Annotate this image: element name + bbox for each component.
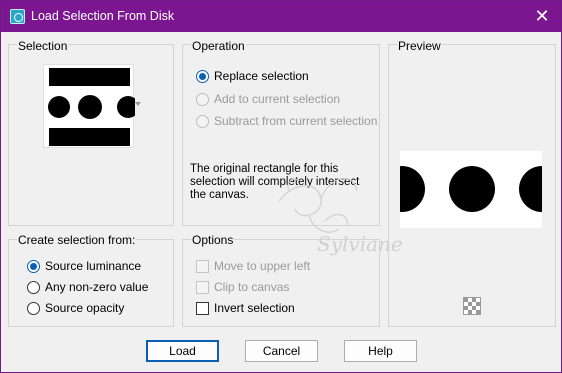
clip-to-canvas-label: Clip to canvas xyxy=(214,280,290,294)
radio-icon xyxy=(27,280,40,294)
checkbox-icon xyxy=(196,280,209,294)
app-icon xyxy=(10,9,25,24)
radio-icon xyxy=(27,301,40,315)
move-to-upper-left-label: Move to upper left xyxy=(214,259,311,273)
selection-thumbnail-image xyxy=(48,68,139,146)
operation-label: Operation xyxy=(191,39,246,53)
source-luminance-radio[interactable]: Source luminance xyxy=(27,258,141,274)
preview-image xyxy=(379,151,562,228)
radio-icon xyxy=(196,114,209,128)
message-line: selection will completely intersect xyxy=(190,176,360,188)
replace-selection-radio[interactable]: Replace selection xyxy=(196,68,309,84)
invert-selection-label: Invert selection xyxy=(214,301,295,315)
add-to-selection-radio[interactable]: Add to current selection xyxy=(196,91,340,107)
load-button[interactable]: Load xyxy=(146,340,219,362)
options-label: Options xyxy=(191,233,235,247)
add-to-selection-label: Add to current selection xyxy=(214,92,341,106)
selection-label: Selection xyxy=(17,39,69,53)
source-opacity-label: Source opacity xyxy=(45,301,125,315)
dialog-window: Load Selection From Disk ✕ Selection Ope… xyxy=(0,0,562,373)
radio-checked-icon xyxy=(196,69,209,83)
subtract-selection-label: Subtract from current selection xyxy=(214,114,378,128)
checkerboard-icon xyxy=(464,298,480,314)
operation-message: The original rectangle for this selectio… xyxy=(190,163,374,202)
invert-selection-checkbox[interactable]: Invert selection xyxy=(196,300,295,316)
source-opacity-radio[interactable]: Source opacity xyxy=(27,300,124,316)
close-icon[interactable]: ✕ xyxy=(531,5,553,27)
clip-to-canvas-checkbox[interactable]: Clip to canvas xyxy=(196,279,289,295)
subtract-selection-radio[interactable]: Subtract from current selection xyxy=(196,113,377,129)
move-to-upper-left-checkbox[interactable]: Move to upper left xyxy=(196,258,310,274)
cancel-button[interactable]: Cancel xyxy=(245,340,318,362)
window-title: Load Selection From Disk xyxy=(31,9,175,23)
preview-image-graphic xyxy=(379,166,562,212)
create-from-label: Create selection from: xyxy=(17,233,137,247)
radio-icon xyxy=(196,92,209,106)
chevron-down-icon[interactable] xyxy=(135,102,141,106)
selection-thumbnail[interactable] xyxy=(43,64,139,148)
preview-label: Preview xyxy=(397,39,442,53)
title-bar[interactable]: Load Selection From Disk ✕ xyxy=(1,1,561,32)
replace-selection-label: Replace selection xyxy=(214,69,309,83)
message-line: the canvas. xyxy=(190,189,249,201)
any-non-zero-radio[interactable]: Any non-zero value xyxy=(27,279,148,295)
checkbox-icon xyxy=(196,259,209,273)
any-non-zero-label: Any non-zero value xyxy=(45,280,149,294)
checkbox-icon xyxy=(196,301,209,315)
radio-checked-icon xyxy=(27,259,40,273)
source-luminance-label: Source luminance xyxy=(45,259,142,273)
transparency-toggle-icon[interactable] xyxy=(463,297,481,315)
message-line: The original rectangle for this xyxy=(190,163,339,175)
help-button[interactable]: Help xyxy=(344,340,417,362)
